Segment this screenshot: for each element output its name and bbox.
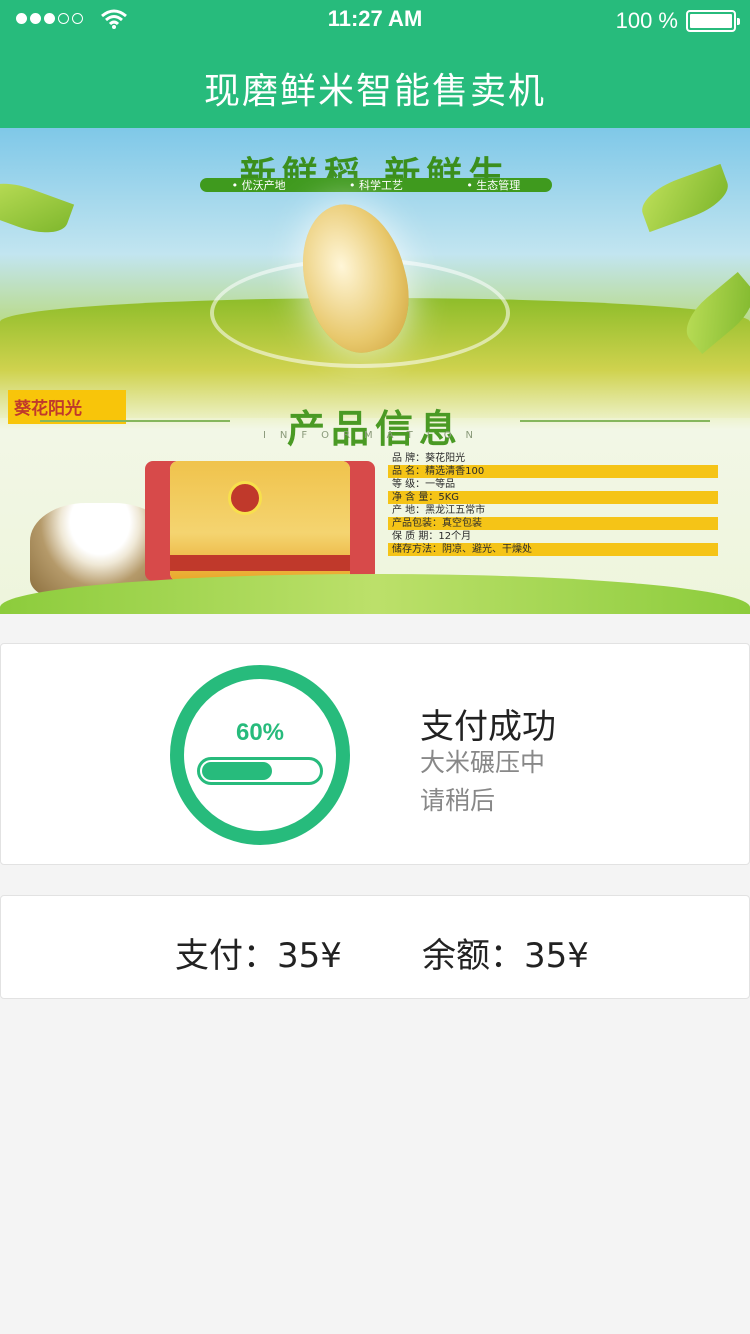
page-title: 现磨鲜米智能售卖机 [203, 71, 546, 112]
paid-amount: 支付：35¥ [175, 936, 342, 976]
slogan-tag: • 科学工艺 [348, 179, 403, 192]
balance-amount: 余额：35¥ [422, 936, 589, 976]
progress-bar [197, 757, 323, 785]
product-banner: 新鲜稻 新鲜生 • 优沃产地 • 科学工艺 • 生态管理 葵花阳光 产品信息 I… [0, 128, 750, 614]
amount-card: 支付：35¥ 余额：35¥ [0, 895, 750, 999]
progress-card: 60% 支付成功 大米碾压中 请稍后 [0, 643, 750, 865]
payment-status-title: 支付成功 [420, 707, 556, 747]
status-bar: 11:27 AM 100 % [0, 0, 750, 40]
spec-row: 保 质 期：12个月 [392, 531, 472, 542]
info-title: 产品信息 [286, 406, 463, 451]
slogan-tag: • 优沃产地 [231, 179, 286, 192]
app-header: 11:27 AM 100 % 现磨鲜米智能售卖机 [0, 0, 750, 128]
spec-row: 产 地：黑龙江五常市 [392, 505, 486, 516]
progress-bar-fill [202, 762, 272, 780]
progress-ring: 60% [170, 665, 350, 845]
slogan-tag: • 生态管理 [466, 179, 521, 192]
spec-row: 品 名：精选清香100 [388, 465, 718, 478]
brand-logo [228, 481, 262, 515]
progress-percent: 60% [235, 719, 285, 746]
spec-row: 产品包装：真空包装 [388, 517, 718, 530]
status-hint: 请稍后 [420, 786, 496, 815]
bag-band [170, 555, 350, 571]
spec-row: 等 级：一等品 [392, 479, 456, 490]
spec-row: 品 牌：葵花阳光 [392, 453, 466, 464]
spec-table: 品 牌：葵花阳光 品 名：精选清香100 等 级：一等品 净 含 量：5KG 产… [388, 452, 718, 556]
rice-bag-image [170, 461, 350, 581]
spec-row: 净 含 量：5KG [388, 491, 718, 504]
spec-row: 储存方法：阴凉、避光、干燥处 [388, 543, 718, 556]
status-message: 大米碾压中 [420, 748, 546, 777]
slogan-tags: • 优沃产地 • 科学工艺 • 生态管理 [200, 178, 552, 192]
battery-percent: 100 % [615, 8, 678, 33]
info-subtitle: INFORMATION [262, 430, 488, 441]
battery-icon [686, 10, 740, 32]
